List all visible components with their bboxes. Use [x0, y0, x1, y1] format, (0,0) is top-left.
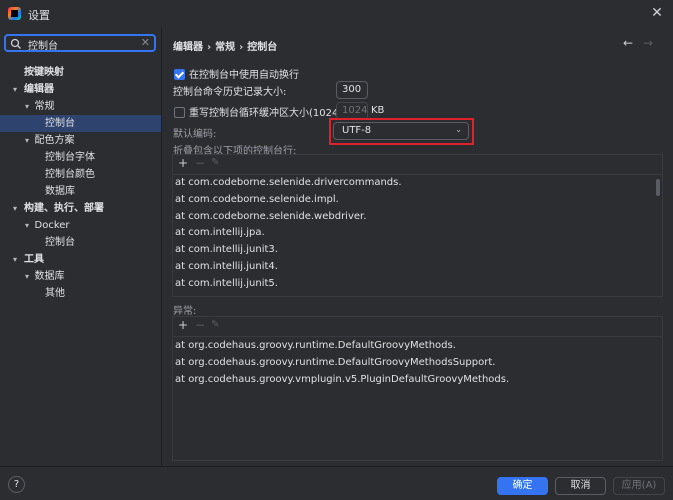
- search-icon: [10, 38, 21, 49]
- add-icon[interactable]: +: [178, 318, 188, 332]
- app-logo-icon: [8, 7, 21, 20]
- exceptions-rows: at org.codehaus.groovy.runtime.DefaultGr…: [173, 338, 654, 388]
- sidebar-item-label: 构建、执行、部署: [24, 203, 104, 214]
- override-buffer-option[interactable]: 重写控制台循环缓冲区大小(1024 KB): [174, 104, 359, 119]
- chevron-down-icon[interactable]: ▾: [10, 200, 20, 217]
- chevron-right-icon: ›: [207, 42, 212, 53]
- buffer-unit: KB: [371, 105, 385, 116]
- list-item[interactable]: at com.intellij.junit4.: [173, 259, 654, 276]
- chevron-down-icon[interactable]: ▾: [22, 217, 32, 234]
- scrollbar[interactable]: [656, 179, 660, 196]
- add-icon[interactable]: +: [178, 156, 188, 170]
- back-arrow-icon[interactable]: ←: [623, 36, 633, 50]
- edit-icon[interactable]: ✎: [211, 319, 219, 330]
- settings-dialog: 设置 ✕ 控制台 ✕ 按键映射 ▾ 编辑器 ▾ 常规 控制台 ▾ 配色方案 控制台字体 控制台颜色…: [0, 0, 673, 500]
- sidebar-item-label: 数据库: [45, 186, 75, 197]
- sidebar-item-label: Docker: [34, 220, 70, 231]
- sidebar-item[interactable]: ▾ 数据库: [0, 268, 161, 285]
- edit-icon[interactable]: ✎: [211, 157, 219, 168]
- soft-wrap-label: 在控制台中使用自动换行: [189, 70, 299, 81]
- sidebar-item[interactable]: ▾ 构建、执行、部署: [0, 200, 161, 217]
- list-item[interactable]: at com.intellij.junit3.: [173, 242, 654, 259]
- title-bar: 设置 ✕: [0, 0, 673, 28]
- chevron-down-icon[interactable]: ▾: [10, 251, 20, 268]
- exceptions-list-toolbar: + − ✎: [173, 317, 662, 335]
- search-input[interactable]: 控制台 ✕: [4, 34, 156, 52]
- override-buffer-checkbox[interactable]: [174, 107, 185, 118]
- window-title: 设置: [28, 9, 50, 22]
- sidebar-item[interactable]: ▾ 常规: [0, 98, 161, 115]
- list-item[interactable]: at org.codehaus.groovy.vmplugin.v5.Plugi…: [173, 372, 654, 389]
- sidebar-item-label: 控制台颜色: [45, 169, 95, 180]
- soft-wrap-checkbox[interactable]: [174, 69, 185, 80]
- fold-list-toolbar: + − ✎: [173, 155, 662, 173]
- ok-button[interactable]: 确定: [497, 477, 548, 495]
- sidebar-item-label: 编辑器: [24, 84, 54, 95]
- chevron-down-icon[interactable]: ▾: [22, 98, 32, 115]
- list-item[interactable]: at com.codeborne.selenide.drivercommands…: [173, 175, 654, 192]
- sidebar-item-label: 常规: [34, 101, 55, 112]
- remove-icon[interactable]: −: [195, 156, 205, 170]
- forward-arrow-icon[interactable]: →: [643, 36, 653, 50]
- apply-button[interactable]: 应用(A): [613, 477, 665, 495]
- sidebar-item[interactable]: ▾ 配色方案: [0, 132, 161, 149]
- soft-wrap-option[interactable]: 在控制台中使用自动换行: [174, 66, 299, 81]
- sidebar-item-label: 数据库: [34, 271, 65, 282]
- sidebar-item[interactable]: ▾ Docker: [0, 217, 161, 234]
- list-item[interactable]: at com.codeborne.selenide.impl.: [173, 192, 654, 209]
- sidebar-item[interactable]: 数据库: [0, 183, 161, 200]
- list-item[interactable]: at com.intellij.junit5.: [173, 276, 654, 293]
- sidebar-item[interactable]: 按键映射: [0, 64, 161, 81]
- sidebar-item[interactable]: 控制台: [0, 115, 161, 132]
- cancel-button[interactable]: 取消: [555, 477, 606, 495]
- sidebar-item[interactable]: 控制台颜色: [0, 166, 161, 183]
- history-size-label: 控制台命令历史记录大小:: [173, 87, 287, 98]
- highlight-box: [329, 118, 474, 145]
- chevron-down-icon[interactable]: ▾: [22, 268, 32, 285]
- settings-tree: 按键映射 ▾ 编辑器 ▾ 常规 控制台 ▾ 配色方案 控制台字体 控制台颜色 数据库 ▾ 构建、执行、部…: [0, 64, 161, 302]
- exceptions-label: 异常:: [173, 306, 197, 317]
- sidebar-item[interactable]: ▾ 编辑器: [0, 81, 161, 98]
- remove-icon[interactable]: −: [195, 318, 205, 332]
- chevron-down-icon[interactable]: ▾: [10, 81, 20, 98]
- close-icon[interactable]: ✕: [649, 5, 665, 21]
- help-button[interactable]: ?: [8, 476, 25, 493]
- sidebar-item-label: 工具: [24, 254, 44, 265]
- sidebar-item-label: 控制台: [45, 237, 75, 248]
- sidebar-item-label: 配色方案: [34, 135, 75, 146]
- fold-lines-rows: at com.codeborne.selenide.drivercommands…: [173, 175, 654, 293]
- history-size-input[interactable]: 300: [336, 81, 368, 99]
- chevron-down-icon[interactable]: ▾: [22, 132, 32, 149]
- breadcrumb-item: 控制台: [247, 42, 278, 53]
- chevron-right-icon: ›: [239, 42, 244, 53]
- search-value: 控制台: [28, 41, 58, 52]
- settings-content: 编辑器 › 常规 › 控制台 ← → 在控制台中使用自动换行 控制台命令历史记录大小: …: [162, 28, 673, 466]
- sidebar-item-label: 控制台: [45, 118, 75, 129]
- sidebar-item[interactable]: 其他: [0, 285, 161, 302]
- breadcrumb-item: 编辑器: [173, 42, 203, 53]
- sidebar-item-label: 控制台字体: [45, 152, 95, 163]
- breadcrumb: 编辑器 › 常规 › 控制台: [173, 38, 277, 53]
- sidebar-item[interactable]: 控制台字体: [0, 149, 161, 166]
- fold-lines-list: + − ✎ at com.codeborne.selenide.driverco…: [172, 154, 663, 297]
- sidebar-item[interactable]: ▾ 工具: [0, 251, 161, 268]
- list-item[interactable]: at com.intellij.jpa.: [173, 225, 654, 242]
- sidebar-item[interactable]: 控制台: [0, 234, 161, 251]
- settings-sidebar: 控制台 ✕ 按键映射 ▾ 编辑器 ▾ 常规 控制台 ▾ 配色方案 控制台字体 控制台颜色 数据库 ▾ 构…: [0, 28, 161, 466]
- clear-icon[interactable]: ✕: [141, 36, 150, 49]
- sidebar-item-label: 按键映射: [24, 67, 64, 78]
- encoding-label: 默认编码:: [173, 129, 217, 140]
- list-item[interactable]: at org.codehaus.groovy.runtime.DefaultGr…: [173, 338, 654, 355]
- breadcrumb-item: 常规: [215, 42, 236, 53]
- list-item[interactable]: at org.codehaus.groovy.runtime.DefaultGr…: [173, 355, 654, 372]
- dialog-footer: ? 确定 取消 应用(A): [0, 466, 673, 500]
- list-divider: [173, 336, 662, 337]
- sidebar-item-label: 其他: [45, 288, 65, 299]
- exceptions-list: + − ✎ at org.codehaus.groovy.runtime.Def…: [172, 316, 663, 461]
- list-item[interactable]: at com.codeborne.selenide.webdriver.: [173, 209, 654, 226]
